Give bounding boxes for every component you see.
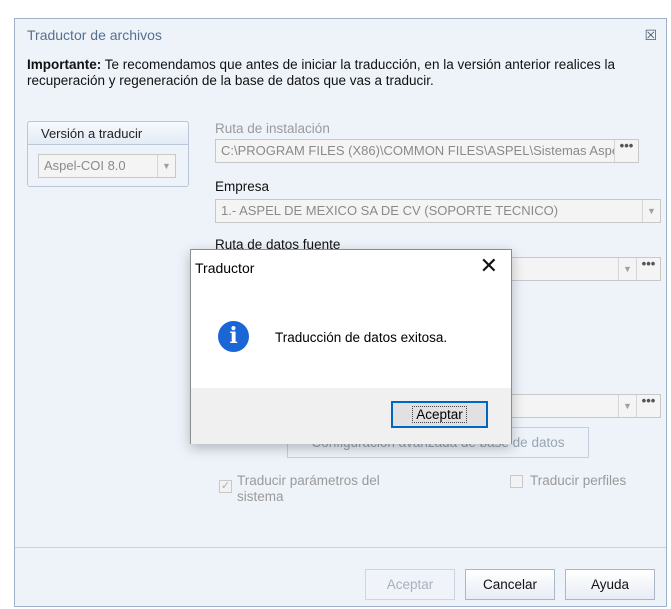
help-button[interactable]: Ayuda (565, 569, 655, 600)
company-select-value: 1.- ASPEL DE MEXICO SA DE CV (SOPORTE TE… (221, 203, 559, 218)
footer-bar: Aceptar Cancelar Ayuda (15, 547, 666, 608)
version-group-title: Versión a traducir (27, 121, 189, 145)
system-params-checkbox[interactable]: ✓ (219, 480, 232, 493)
window-title: Traductor de archivos (27, 27, 162, 43)
close-icon[interactable]: ☒ (644, 27, 657, 44)
version-group: Versión a traducir Aspel-COI 8.0 ▼ (27, 121, 189, 187)
browse-dots-icon[interactable]: ••• (614, 140, 638, 162)
dialog-message: Traducción de datos exitosa. (275, 330, 448, 345)
chevron-down-icon[interactable]: ▼ (618, 258, 636, 280)
version-select-value: Aspel-COI 8.0 (44, 158, 126, 173)
chevron-down-icon[interactable]: ▼ (642, 200, 660, 222)
system-params-label: Traducir parámetros del sistema (237, 473, 380, 504)
important-notice: Importante: Te recomendamos que antes de… (27, 57, 667, 89)
company-label: EEmpresa (215, 179, 270, 194)
close-icon[interactable]: ✕ (480, 253, 498, 279)
install-path-label: Ruta de instalación (215, 121, 330, 136)
notice-bold: Importante: (27, 57, 102, 72)
ok-button[interactable]: Aceptar (391, 401, 488, 428)
notice-text: Te recomendamos que antes de iniciar la … (27, 57, 616, 88)
install-path-field[interactable]: C:\PROGRAM FILES (X86)\COMMON FILES\ASPE… (215, 139, 639, 163)
info-icon: i (218, 321, 249, 352)
chevron-down-icon[interactable]: ▼ (618, 395, 636, 417)
cancel-button[interactable]: Cancelar (465, 569, 555, 600)
profiles-label: Traducir perfiles (530, 473, 627, 488)
install-path-value: C:\PROGRAM FILES (X86)\COMMON FILES\ASPE… (221, 143, 626, 158)
accept-button[interactable]: Aceptar (365, 569, 455, 600)
dialog-title: Traductor (195, 260, 255, 276)
message-dialog: Traductor ✕ i Traducción de datos exitos… (190, 249, 512, 444)
browse-dots-icon[interactable]: ••• (636, 258, 660, 280)
ok-button-label: Aceptar (412, 406, 467, 423)
browse-dots-icon[interactable]: ••• (636, 395, 660, 417)
company-select[interactable]: 1.- ASPEL DE MEXICO SA DE CV (SOPORTE TE… (215, 199, 661, 223)
title-bar: Traductor de archivos ☒ (15, 19, 666, 51)
chevron-down-icon[interactable]: ▼ (157, 155, 175, 177)
version-select[interactable]: Aspel-COI 8.0 ▼ (38, 154, 176, 178)
profiles-checkbox[interactable] (510, 475, 523, 488)
dialog-footer: Aceptar (191, 388, 511, 444)
